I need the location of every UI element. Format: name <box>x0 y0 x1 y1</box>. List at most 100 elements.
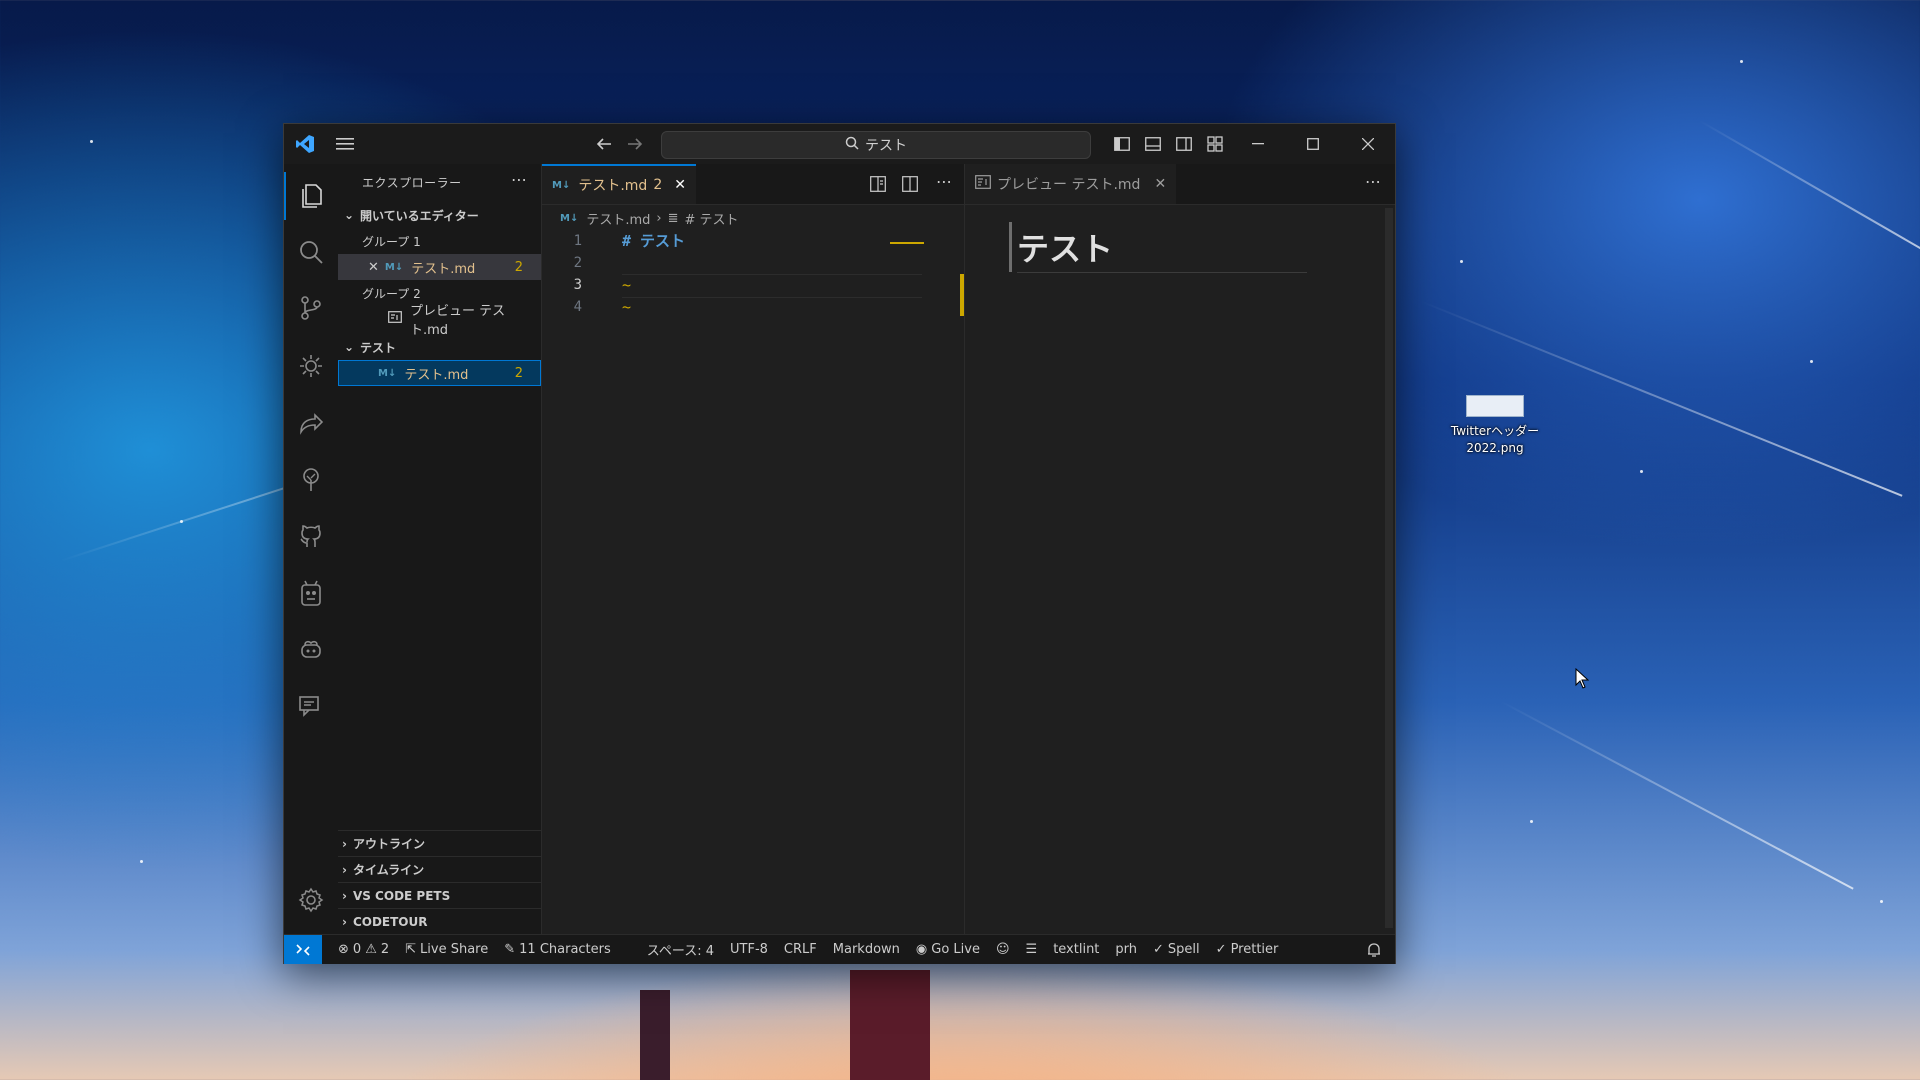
copilot-status-icon[interactable]: ☺ <box>988 942 1018 957</box>
markdown-icon: M↓ <box>560 212 579 224</box>
remote-indicator-icon[interactable] <box>284 935 322 964</box>
explorer-icon[interactable] <box>284 172 338 220</box>
notifications-bell-icon[interactable] <box>1359 942 1389 958</box>
codetour-section[interactable]: › CODETOUR <box>338 908 541 934</box>
code-line: # テスト <box>622 232 686 250</box>
prettier-status[interactable]: ✓ Prettier <box>1208 942 1287 957</box>
split-editor-icon[interactable] <box>902 176 918 196</box>
warning-count: 2 <box>380 942 390 957</box>
tree-view-icon[interactable] <box>284 456 338 504</box>
open-editor-filename: テスト.md <box>411 261 476 277</box>
chevron-right-icon: › <box>342 862 347 877</box>
line-number-current: 3 <box>573 277 582 293</box>
scrollbar-warning-marker <box>960 274 964 316</box>
timeline-section[interactable]: › タイムライン <box>338 856 541 882</box>
settings-gear-icon[interactable] <box>284 876 338 924</box>
code-editor[interactable]: # テスト ~ ~ <box>622 230 685 318</box>
prh-status[interactable]: prh <box>1107 942 1145 957</box>
preview-selection-bar <box>1009 222 1012 272</box>
file-tree-item[interactable]: M↓ テスト.md 2 <box>338 360 541 386</box>
more-actions-icon[interactable]: ⋯ <box>511 170 527 189</box>
open-preview-to-side-icon[interactable] <box>870 176 886 196</box>
textlint-status[interactable]: textlint <box>1045 942 1107 957</box>
command-center-search[interactable]: テスト <box>661 131 1091 159</box>
language-mode-status[interactable]: Markdown <box>825 942 908 957</box>
open-editor-item[interactable]: プレビュー テスト.md <box>338 304 541 338</box>
open-editors-section[interactable]: ⌄ 開いているエディター <box>338 202 541 228</box>
scrollbar[interactable] <box>1385 208 1393 928</box>
desktop-file-icon[interactable]: Twitterヘッダー 2022.png <box>1440 395 1550 457</box>
minimap-warning-marker <box>890 242 924 244</box>
extensions-gear-icon[interactable] <box>284 342 338 390</box>
close-icon[interactable]: ✕ <box>1154 176 1166 192</box>
search-icon[interactable] <box>284 228 338 276</box>
toggle-primary-sidebar-icon[interactable] <box>1106 124 1137 164</box>
activity-bar <box>284 164 338 934</box>
vscode-pets-section[interactable]: › VS CODE PETS <box>338 882 541 908</box>
eol-status[interactable]: CRLF <box>776 942 825 957</box>
live-share-icon[interactable] <box>284 400 338 448</box>
breadcrumb-symbol[interactable]: # テスト <box>685 209 739 228</box>
minimize-icon[interactable] <box>1230 124 1285 164</box>
go-live-status[interactable]: ◉ Go Live <box>908 942 988 957</box>
warning-icon: ⚠ <box>365 942 377 957</box>
tab-test-md[interactable]: M↓ テスト.md 2 ✕ <box>542 164 696 204</box>
live-share-status[interactable]: ⇱ Live Share <box>397 942 496 957</box>
sidebar-title: エクスプローラー <box>362 176 462 190</box>
tab-problem-badge: 2 <box>653 177 663 193</box>
status-bar: ⊗ 0 ⚠ 2 ⇱ Live Share ✎ 11 Characters スペー… <box>284 934 1395 964</box>
source-control-icon[interactable] <box>284 284 338 332</box>
chevron-right-icon: › <box>342 836 347 851</box>
toggle-panel-icon[interactable] <box>1137 124 1168 164</box>
more-actions-icon[interactable]: ⋯ <box>1365 172 1381 191</box>
line-numbers: 1 2 3 4 <box>542 230 602 318</box>
vscode-logo-icon <box>294 133 316 155</box>
problems-status[interactable]: ⊗ 0 ⚠ 2 <box>330 942 397 957</box>
maximize-icon[interactable] <box>1285 124 1340 164</box>
customize-layout-icon[interactable] <box>1199 124 1230 164</box>
database-status-icon[interactable]: ☰ <box>1018 942 1046 957</box>
more-actions-icon[interactable]: ⋯ <box>936 172 952 191</box>
broadcast-icon: ◉ <box>915 942 928 957</box>
line-number: 4 <box>573 299 582 315</box>
preview-heading: テスト <box>1017 230 1114 268</box>
open-editor-item[interactable]: ✕ M↓ テスト.md 2 <box>338 254 541 280</box>
toggle-secondary-sidebar-icon[interactable] <box>1168 124 1199 164</box>
close-icon[interactable]: ✕ <box>674 177 686 193</box>
tab-preview[interactable]: プレビュー テスト.md ✕ <box>965 164 1177 204</box>
problem-count-badge: 2 <box>514 365 523 381</box>
comments-icon[interactable] <box>284 682 338 730</box>
tab-label: プレビュー テスト.md <box>997 177 1141 193</box>
character-count-status[interactable]: ✎ 11 Characters <box>496 942 619 957</box>
back-arrow-icon[interactable] <box>593 133 615 155</box>
outline-section[interactable]: › アウトライン <box>338 830 541 856</box>
breadcrumb-file[interactable]: テスト.md <box>586 209 650 228</box>
command-center-text: テスト <box>865 138 907 154</box>
indentation-status[interactable]: スペース: 4 <box>639 940 722 959</box>
spell-status[interactable]: ✓ Spell <box>1145 942 1208 957</box>
double-check-icon: ✓ <box>1215 942 1227 957</box>
forward-arrow-icon[interactable] <box>624 133 646 155</box>
encoding-status[interactable]: UTF-8 <box>722 942 776 957</box>
docker-icon[interactable] <box>284 570 338 618</box>
tab-bar: プレビュー テスト.md ✕ ⋯ <box>965 164 1395 205</box>
folder-section[interactable]: ⌄ テスト <box>338 334 541 360</box>
line-number: 1 <box>573 233 582 249</box>
search-icon <box>845 136 859 154</box>
meteor-streak <box>1699 120 1920 252</box>
editor-group-1: M↓ テスト.md 2 ✕ ⋯ M↓ テスト.md › ≣ # テスト 1 2 … <box>542 164 965 934</box>
copilot-icon[interactable] <box>284 626 338 674</box>
error-count: 0 <box>352 942 362 957</box>
title-bar: テスト <box>284 124 1395 164</box>
github-icon[interactable] <box>284 512 338 560</box>
markdown-icon: M↓ <box>378 367 397 379</box>
desktop-file-label: Twitterヘッダー 2022.png <box>1450 424 1540 455</box>
menu-icon[interactable] <box>334 133 356 155</box>
preview-icon <box>388 311 402 327</box>
warning-squiggle: ~ <box>622 276 632 294</box>
close-window-icon[interactable] <box>1340 124 1395 164</box>
close-icon[interactable]: ✕ <box>368 260 379 275</box>
breadcrumb: M↓ テスト.md › ≣ # テスト <box>560 208 739 228</box>
line-number: 2 <box>573 255 582 271</box>
